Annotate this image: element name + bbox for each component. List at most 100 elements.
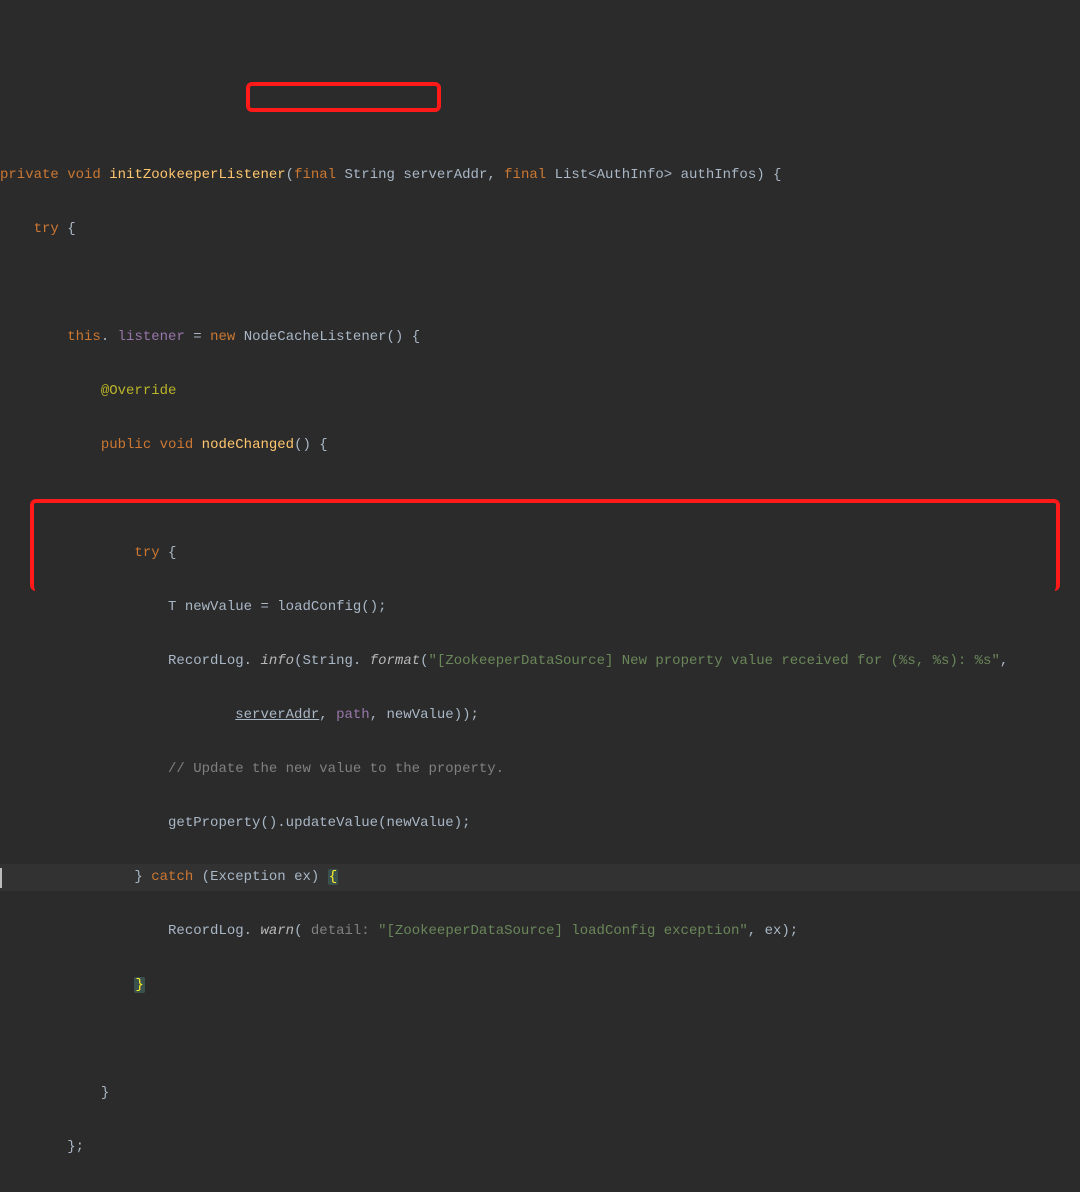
paren: );	[781, 923, 798, 939]
paren: );	[454, 815, 471, 831]
paren: (	[378, 815, 386, 831]
dot: .	[101, 329, 118, 345]
dot: .	[353, 653, 370, 669]
class-ref: String	[302, 653, 352, 669]
param-hint: detail:	[311, 923, 370, 939]
keyword: void	[160, 437, 194, 453]
paren: (	[193, 869, 210, 885]
comma: ,	[370, 707, 387, 723]
annotation: @Override	[101, 383, 177, 399]
class-ref: RecordLog	[168, 923, 244, 939]
brace: {	[160, 545, 177, 561]
keyword: void	[67, 167, 101, 183]
code-line: RecordLog. info(String. format("[Zookeep…	[0, 648, 1080, 675]
code-line-active: } catch (Exception ex) {	[0, 864, 1080, 891]
keyword: final	[294, 167, 336, 183]
method-name: initZookeeperListener	[109, 167, 285, 183]
code-line	[0, 270, 1080, 297]
code-line: serverAddr, path, newValue));	[0, 702, 1080, 729]
type: String	[345, 167, 395, 183]
param: authInfos	[681, 167, 757, 183]
code-line	[0, 486, 1080, 513]
paren: (	[294, 923, 311, 939]
keyword: private	[0, 167, 59, 183]
brace-matched: }	[134, 977, 144, 993]
brace: {	[311, 437, 328, 453]
comma: ,	[319, 707, 336, 723]
keyword: new	[210, 329, 235, 345]
code-line: T newValue = loadConfig();	[0, 594, 1080, 621]
var: newValue	[387, 815, 454, 831]
brace: };	[67, 1139, 84, 1155]
call: updateValue	[286, 815, 378, 831]
keyword: final	[504, 167, 546, 183]
dot: .	[244, 653, 261, 669]
keyword: public	[101, 437, 151, 453]
field: listener	[118, 329, 185, 345]
type: List<AuthInfo>	[555, 167, 673, 183]
static-call: warn	[260, 923, 294, 939]
brace: }	[134, 869, 142, 885]
code-line: this. listener = new NodeCacheListener()…	[0, 324, 1080, 351]
op: =	[252, 599, 277, 615]
paren: ().	[260, 815, 285, 831]
call: getProperty	[168, 815, 260, 831]
brace: }	[101, 1085, 109, 1101]
paren: ();	[361, 599, 386, 615]
keyword: try	[134, 545, 159, 561]
comma: ,	[1000, 653, 1008, 669]
type: T	[168, 599, 176, 615]
paren: ()	[294, 437, 311, 453]
code-line	[0, 1188, 1080, 1192]
brace: {	[59, 221, 76, 237]
code-line	[0, 1026, 1080, 1053]
space	[235, 329, 243, 345]
code-editor[interactable]: private void initZookeeperListener(final…	[0, 108, 1080, 1192]
code-line: }	[0, 972, 1080, 999]
paren: (	[420, 653, 428, 669]
static-call: format	[370, 653, 420, 669]
string: "[ZookeeperDataSource] New property valu…	[429, 653, 1000, 669]
var: newValue	[387, 707, 454, 723]
code-line: public void nodeChanged() {	[0, 432, 1080, 459]
call: loadConfig	[277, 599, 361, 615]
code-line: private void initZookeeperListener(final…	[0, 162, 1080, 189]
paren: ));	[454, 707, 479, 723]
paren: ) {	[756, 167, 781, 183]
code-line: }	[0, 1080, 1080, 1107]
space	[370, 923, 378, 939]
dot: .	[244, 923, 261, 939]
method-name: nodeChanged	[202, 437, 294, 453]
keyword: this	[67, 329, 101, 345]
brace-matched: {	[328, 869, 338, 885]
code-line: getProperty().updateValue(newValue);	[0, 810, 1080, 837]
code-line: // Update the new value to the property.	[0, 756, 1080, 783]
param-ref: serverAddr	[235, 707, 319, 723]
field: path	[336, 707, 370, 723]
paren: (	[286, 167, 294, 183]
paren: (	[294, 653, 302, 669]
text-caret	[0, 868, 2, 888]
brace: {	[403, 329, 420, 345]
paren: )	[311, 869, 328, 885]
code-line: RecordLog. warn( detail: "[ZookeeperData…	[0, 918, 1080, 945]
paren: ()	[387, 329, 404, 345]
op: =	[185, 329, 210, 345]
param: Exception ex	[210, 869, 311, 885]
param: serverAddr	[403, 167, 487, 183]
code-line: };	[0, 1134, 1080, 1161]
keyword: try	[34, 221, 59, 237]
class-ref: RecordLog	[168, 653, 244, 669]
code-line: try {	[0, 540, 1080, 567]
string: "[ZookeeperDataSource] loadConfig except…	[378, 923, 748, 939]
comma: ,	[487, 167, 504, 183]
comma: ,	[748, 923, 765, 939]
var: ex	[765, 923, 782, 939]
keyword: catch	[151, 869, 193, 885]
comment: // Update the new value to the property.	[168, 761, 504, 777]
code-line: try {	[0, 216, 1080, 243]
static-call: info	[260, 653, 294, 669]
constructor: NodeCacheListener	[244, 329, 387, 345]
var: newValue	[185, 599, 252, 615]
code-line: @Override	[0, 378, 1080, 405]
